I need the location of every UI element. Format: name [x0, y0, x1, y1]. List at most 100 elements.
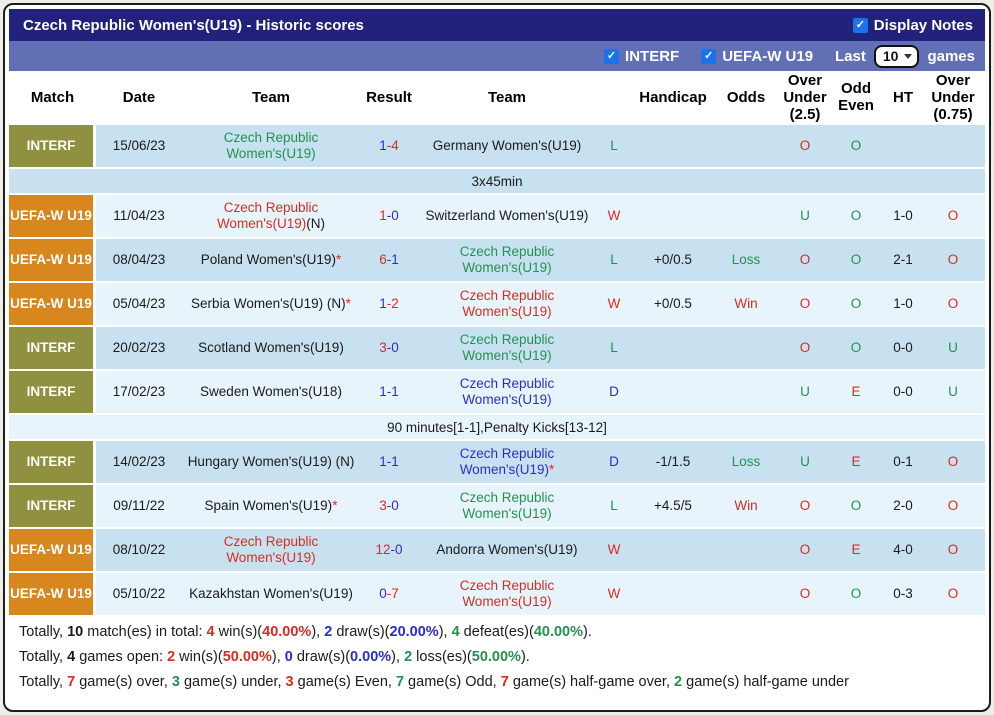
games-label: games — [927, 47, 975, 65]
over-under-25-cell: O — [778, 584, 832, 604]
filter-interf-toggle[interactable]: ✓ INTERF — [604, 48, 679, 65]
home-team-cell: Scotland Women's(U19) — [182, 338, 360, 358]
last-games-select[interactable]: 10 — [873, 44, 920, 68]
half-time-cell: 2-1 — [880, 250, 926, 270]
over-under-075-cell: O — [926, 294, 980, 314]
away-team-cell: Czech Republic Women's(U19) — [418, 576, 596, 612]
result-cell: 1-0 — [360, 206, 418, 226]
text-segment: 0-0 — [893, 340, 913, 355]
display-notes-checkbox[interactable]: ✓ — [852, 17, 868, 33]
text-segment: O — [799, 252, 811, 267]
display-notes-label[interactable]: Display Notes — [874, 17, 973, 34]
col-header-handicap: Handicap — [639, 88, 707, 106]
text-segment: E — [851, 454, 861, 469]
text-segment: Czech Republic Women's(U19) — [216, 200, 319, 231]
summary-section: Totally, 10 match(es) in total: 4 win(s)… — [9, 615, 985, 695]
text-segment: Win — [734, 296, 758, 311]
text-segment: 40.00% — [533, 624, 583, 640]
text-segment: 4 — [206, 624, 215, 640]
away-team-cell: Czech Republic Women's(U19) — [418, 488, 596, 524]
home-team-cell: Spain Women's(U19)* — [182, 496, 360, 516]
col-header-over-under-25: Over Under (2.5) — [783, 71, 827, 123]
match-note: 90 minutes[1-1],Penalty Kicks[13-12] — [9, 415, 985, 439]
text-segment: Czech Republic Women's(U19) — [459, 332, 555, 363]
text-segment: 05/04/23 — [112, 296, 166, 311]
text-segment: 2-0 — [893, 498, 913, 513]
text-segment: 2-1 — [893, 252, 913, 267]
half-time-cell: 0-0 — [880, 382, 926, 402]
uefa-checkbox[interactable]: ✓ — [701, 48, 717, 64]
handicap-cell — [632, 144, 714, 148]
text-segment: Czech Republic Women's(U19) — [459, 288, 555, 319]
result-cell: 1-1 — [360, 382, 418, 402]
text-segment: 3 — [285, 674, 294, 690]
col-header-team1: Team — [251, 88, 291, 106]
text-segment: * — [332, 498, 338, 513]
text-segment: loss(es)( — [412, 649, 472, 665]
text-segment: 15/06/23 — [112, 138, 166, 153]
text-segment: U — [800, 208, 810, 223]
filter-uefa-toggle[interactable]: ✓ UEFA-W U19 — [701, 48, 813, 65]
win-loss-cell: L — [596, 136, 632, 156]
odds-cell — [714, 214, 778, 218]
result-cell: 1-4 — [360, 136, 418, 156]
text-segment: ), — [271, 649, 285, 665]
league-badge: UEFA-W U19 — [9, 573, 93, 615]
interf-checkbox[interactable]: ✓ — [604, 48, 620, 64]
text-segment: * — [335, 252, 342, 267]
col-header-date: Date — [122, 88, 156, 106]
over-under-075-cell: O — [926, 452, 980, 472]
text-segment: Kazakhstan Women's(U19) — [189, 586, 353, 601]
uefa-label[interactable]: UEFA-W U19 — [722, 48, 813, 65]
half-time-cell: 2-0 — [880, 496, 926, 516]
text-segment: * — [549, 462, 555, 477]
text-segment: O — [850, 340, 862, 355]
display-notes-toggle[interactable]: ✓ Display Notes — [852, 17, 973, 34]
text-segment: 14/02/23 — [112, 454, 166, 469]
text-segment: 17/02/23 — [112, 384, 166, 399]
summary-line-over-under: Totally, 7 game(s) over, 3 game(s) under… — [19, 670, 975, 695]
interf-label[interactable]: INTERF — [625, 48, 679, 65]
date-cell: 15/06/23 — [96, 136, 182, 156]
handicap-cell — [632, 214, 714, 218]
text-segment: O — [799, 586, 811, 601]
text-segment: +0/0.5 — [654, 296, 692, 311]
half-time-cell: 1-0 — [880, 206, 926, 226]
row-cells: 17/02/23 Sweden Women's(U18) 1-1 Czech Repu… — [96, 371, 985, 413]
table-header-row: Match Date Team Result Team Handicap Odd… — [9, 71, 985, 123]
text-segment: 50.00% — [471, 649, 521, 665]
text-segment: O — [850, 252, 862, 267]
over-under-075-cell: O — [926, 250, 980, 270]
text-segment: W — [607, 542, 621, 557]
over-under-075-cell — [926, 144, 980, 148]
away-team-cell: Switzerland Women's(U19) — [418, 206, 596, 226]
over-under-075-cell: O — [926, 540, 980, 560]
result-cell: 3-0 — [360, 496, 418, 516]
text-segment: games open: — [75, 649, 168, 665]
over-under-25-cell: O — [778, 250, 832, 270]
text-segment: 0.00% — [350, 649, 392, 665]
odds-cell — [714, 144, 778, 148]
text-segment: Czech Republic Women's(U19) — [459, 446, 555, 477]
row-cells: 20/02/23 Scotland Women's(U19) 3-0 Czech Re… — [96, 327, 985, 369]
text-segment: Loss — [731, 252, 761, 267]
odds-cell — [714, 346, 778, 350]
text-segment: draw(s)( — [332, 624, 390, 640]
win-loss-cell: W — [596, 584, 632, 604]
text-segment: E — [851, 542, 861, 557]
text-segment: +0/0.5 — [654, 252, 692, 267]
row-cells: 11/04/23 Czech Republic Women's(U19)(N) 1-… — [96, 195, 985, 237]
odd-even-cell: E — [832, 540, 880, 560]
text-segment: D — [609, 384, 619, 399]
app-frame: Czech Republic Women's(U19) - Historic s… — [3, 3, 991, 712]
table-row: UEFA-W U19 08/04/23 Poland Women's(U19)* 6-… — [9, 239, 985, 281]
league-badge: INTERF — [9, 441, 93, 483]
league-badge: UEFA-W U19 — [9, 195, 93, 237]
table-body: INTERF 15/06/23 Czech Republic Women's(U19… — [9, 125, 985, 615]
text-segment: L — [610, 252, 618, 267]
text-segment: Czech Republic Women's(U19) — [459, 244, 555, 275]
text-segment: Totally, — [19, 674, 68, 690]
filter-bar: ✓ INTERF ✓ UEFA-W U19 Last 10 games — [9, 41, 985, 71]
text-segment: -4 — [386, 138, 399, 153]
date-cell: 20/02/23 — [96, 338, 182, 358]
